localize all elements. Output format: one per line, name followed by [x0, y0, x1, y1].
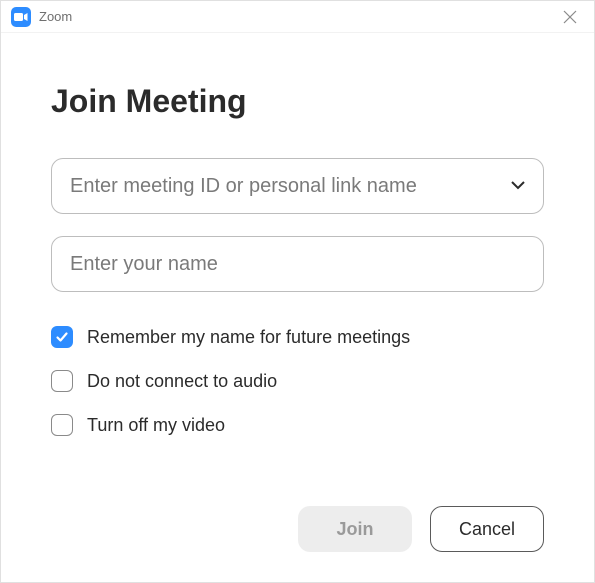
- meeting-id-input[interactable]: [51, 158, 544, 214]
- no-video-label: Turn off my video: [87, 415, 225, 436]
- join-button-label: Join: [336, 519, 373, 540]
- dialog-content: Join Meeting Remember my name for future…: [1, 33, 594, 582]
- close-icon: [563, 10, 577, 24]
- name-field-wrap: [51, 236, 544, 292]
- no-audio-label: Do not connect to audio: [87, 371, 277, 392]
- cancel-button-label: Cancel: [459, 519, 515, 540]
- titlebar-title: Zoom: [39, 9, 72, 24]
- checkbox-unchecked-icon: [51, 370, 73, 392]
- no-video-checkbox[interactable]: Turn off my video: [51, 414, 544, 436]
- no-audio-checkbox[interactable]: Do not connect to audio: [51, 370, 544, 392]
- button-row: Join Cancel: [51, 486, 544, 552]
- close-button[interactable]: [556, 3, 584, 31]
- remember-name-label: Remember my name for future meetings: [87, 327, 410, 348]
- zoom-app-icon: [11, 7, 31, 27]
- remember-name-checkbox[interactable]: Remember my name for future meetings: [51, 326, 544, 348]
- checkbox-unchecked-icon: [51, 414, 73, 436]
- page-title: Join Meeting: [51, 83, 544, 120]
- join-meeting-dialog: Zoom Join Meeting: [0, 0, 595, 583]
- checkbox-checked-icon: [51, 326, 73, 348]
- name-input[interactable]: [51, 236, 544, 292]
- cancel-button[interactable]: Cancel: [430, 506, 544, 552]
- meeting-id-field-wrap: [51, 158, 544, 214]
- titlebar: Zoom: [1, 1, 594, 33]
- join-button[interactable]: Join: [298, 506, 412, 552]
